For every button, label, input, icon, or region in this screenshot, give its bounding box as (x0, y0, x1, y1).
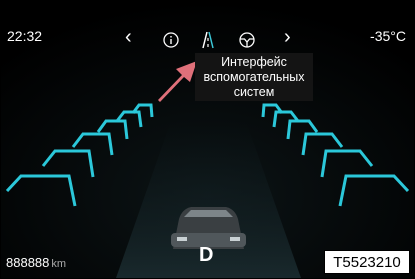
info-icon[interactable] (162, 31, 180, 49)
gear-indicator: D (199, 244, 214, 266)
steering-wheel-icon[interactable] (238, 31, 256, 49)
chevron-right-icon: › (284, 26, 291, 48)
tooltip-line: вспомогательных (203, 70, 305, 84)
tooltip-line: систем (233, 85, 275, 99)
outside-temperature: -35°C (370, 28, 406, 44)
odometer: 888888 km (6, 255, 66, 270)
nav-next-button[interactable]: › (284, 27, 291, 49)
car-icon (171, 207, 246, 249)
instrument-cluster-screen: 22:32 -35°C ‹ › Интерфейс вспомогательны… (1, 1, 414, 278)
tooltip-line: Интерфейс (221, 55, 287, 69)
clock: 22:32 (7, 28, 43, 44)
tooltip-callout: Интерфейс вспомогательных систем (195, 53, 313, 101)
odometer-value: 888888 (6, 255, 50, 270)
assistance-lane-icon[interactable] (199, 31, 217, 49)
odometer-unit: km (51, 258, 67, 270)
figure-code-label: T5523210 (324, 250, 410, 274)
cluster-screenshot-frame: 22:32 -35°C ‹ › Интерфейс вспомогательны… (0, 0, 415, 279)
chevron-left-icon: ‹ (125, 26, 132, 48)
nav-prev-button[interactable]: ‹ (125, 27, 132, 49)
